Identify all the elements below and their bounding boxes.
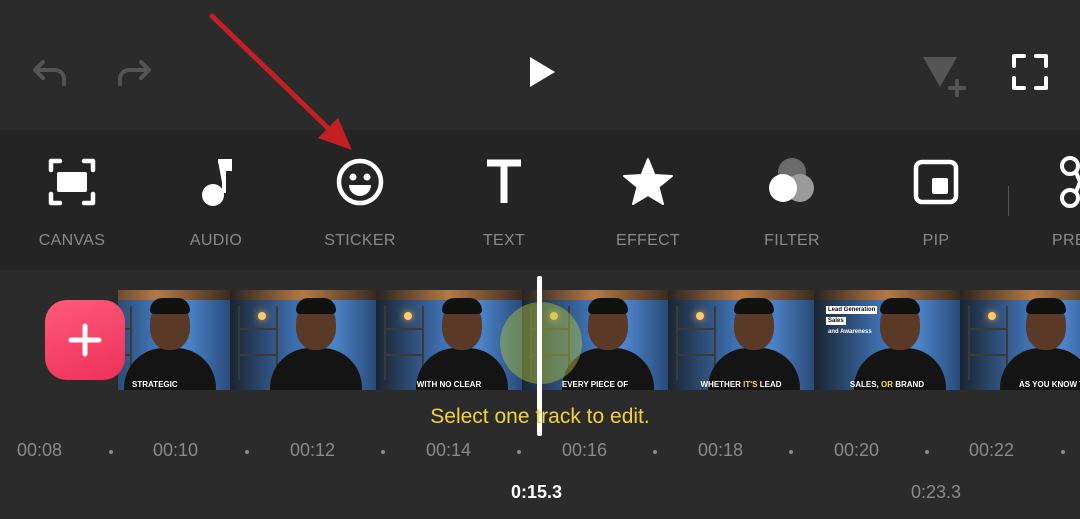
time-tick: 00:18 bbox=[698, 440, 744, 460]
frame-caption: WHETHER IT'S LEAD bbox=[700, 380, 782, 389]
filter-circles-icon bbox=[769, 158, 814, 202]
fullscreen-icon bbox=[1012, 54, 1048, 90]
tool-label: PIP bbox=[922, 232, 950, 249]
time-tick: 00:16 bbox=[562, 440, 608, 460]
tool-label: PRE bbox=[1052, 232, 1080, 249]
tick-dot bbox=[925, 450, 929, 454]
tool-bar: CANVAS AUDIO STICKER TEXT EFFECT FILTER … bbox=[0, 130, 1080, 270]
video-frame[interactable]: AS YOU KNOW THAT bbox=[960, 290, 1080, 390]
tool-label: FILTER bbox=[764, 232, 820, 249]
add-keyframe-button[interactable] bbox=[918, 48, 968, 98]
fullscreen-button[interactable] bbox=[1008, 50, 1052, 94]
redo-button[interactable] bbox=[112, 52, 156, 92]
frame-overlay-labels: Lead Generation Sales and Awareness bbox=[826, 306, 878, 335]
video-frame[interactable]: WHETHER IT'S LEAD bbox=[668, 290, 814, 390]
tick-dot bbox=[245, 450, 249, 454]
tool-sticker[interactable]: STICKER bbox=[288, 130, 432, 270]
star-icon bbox=[623, 158, 673, 205]
add-media-button[interactable] bbox=[45, 300, 125, 380]
tool-label: TEXT bbox=[482, 232, 526, 249]
time-tick: 00:22 bbox=[969, 440, 1015, 460]
tool-precut[interactable]: PRE bbox=[1008, 130, 1080, 270]
tool-effect[interactable]: EFFECT bbox=[576, 130, 720, 270]
time-tick: 00:20 bbox=[834, 440, 880, 460]
tick-dot bbox=[381, 450, 385, 454]
video-frame[interactable]: STRATEGIC bbox=[118, 290, 230, 390]
frame-caption: WITH NO CLEAR bbox=[416, 380, 482, 389]
redo-icon bbox=[118, 60, 151, 86]
tool-label: STICKER bbox=[324, 232, 396, 249]
pip-icon bbox=[913, 159, 959, 205]
tick-dot bbox=[517, 450, 521, 454]
tool-text[interactable]: TEXT bbox=[432, 130, 576, 270]
time-tick: 00:08 bbox=[17, 440, 63, 460]
tool-label: CANVAS bbox=[38, 232, 106, 249]
precut-icon bbox=[1060, 156, 1080, 208]
tool-audio[interactable]: AUDIO bbox=[144, 130, 288, 270]
frame-caption: AS YOU KNOW THAT bbox=[1018, 380, 1080, 389]
tick-dot bbox=[109, 450, 113, 454]
video-frame[interactable]: Lead Generation Sales and Awareness SALE… bbox=[814, 290, 960, 390]
plus-icon bbox=[68, 323, 102, 357]
frame-caption: STRATEGIC bbox=[132, 380, 178, 389]
canvas-icon bbox=[48, 158, 96, 206]
tool-label: AUDIO bbox=[189, 232, 243, 249]
play-button[interactable] bbox=[520, 50, 564, 94]
smiley-icon bbox=[336, 158, 384, 206]
undo-button[interactable] bbox=[28, 52, 72, 92]
tool-canvas[interactable]: CANVAS bbox=[0, 130, 144, 270]
tool-filter[interactable]: FILTER bbox=[720, 130, 864, 270]
tool-pip[interactable]: PIP bbox=[864, 130, 1008, 270]
play-icon bbox=[530, 57, 555, 87]
frame-caption: SALES, OR BRAND bbox=[849, 380, 925, 389]
time-tick: 00:14 bbox=[426, 440, 472, 460]
tick-dot bbox=[653, 450, 657, 454]
add-keyframe-icon bbox=[923, 57, 966, 97]
select-track-hint: Select one track to edit. bbox=[430, 405, 650, 428]
video-track[interactable]: STRATEGIC WITH NO CLEAR EVERY PIECE OF W… bbox=[118, 290, 1080, 390]
music-note-icon bbox=[202, 159, 232, 206]
toolbar-divider bbox=[1008, 186, 1009, 216]
tool-label: EFFECT bbox=[615, 232, 681, 249]
text-icon bbox=[487, 159, 521, 203]
video-frame[interactable] bbox=[230, 290, 376, 390]
undo-icon bbox=[33, 60, 66, 86]
total-duration: 0:23.3 bbox=[911, 482, 962, 502]
time-tick: 00:12 bbox=[290, 440, 336, 460]
top-bar bbox=[0, 0, 1080, 130]
current-time: 0:15.3 bbox=[511, 482, 563, 502]
time-tick: 00:10 bbox=[153, 440, 199, 460]
tick-dot bbox=[789, 450, 793, 454]
tick-dot bbox=[1061, 450, 1065, 454]
